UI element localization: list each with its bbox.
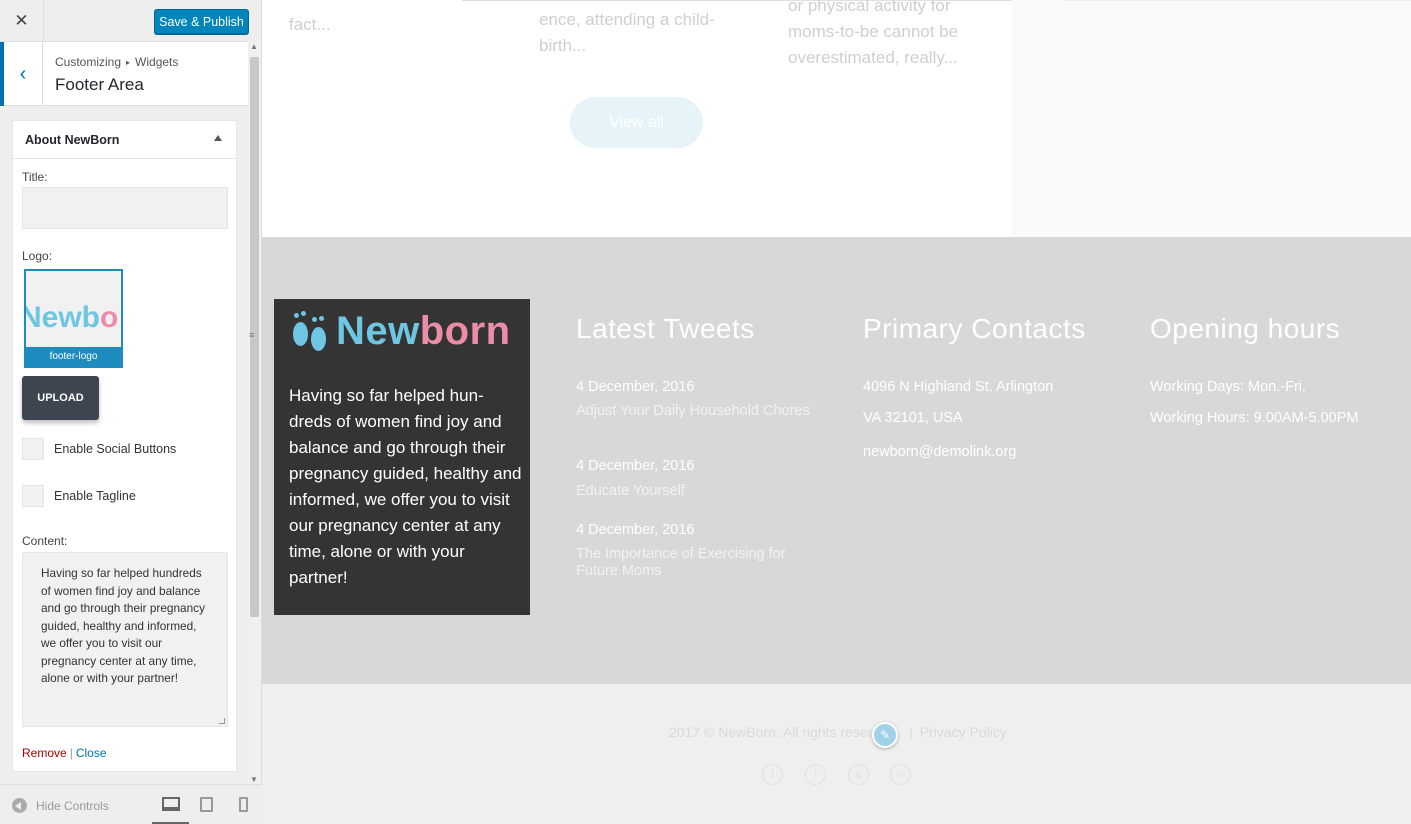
view-all-button[interactable]: View all	[570, 97, 703, 148]
logo-thumb-text-part1: Newb	[24, 301, 101, 334]
tweet-link[interactable]: Educate Yourself	[576, 483, 816, 500]
content-label: Content:	[22, 534, 68, 548]
widget-title: About NewBorn	[25, 132, 120, 147]
tweet-date: 4 December, 2016	[576, 522, 695, 538]
copyright-text: 2017 © NewBorn. All rights reser | Priva…	[669, 724, 1007, 740]
instagram-icon[interactable]: ◎	[890, 764, 911, 785]
logo-thumbnail[interactable]: Newbo footer-logo	[24, 269, 123, 368]
customizer-header: ✕ Save & Publish	[0, 0, 249, 42]
copyright-label: 2017 © NewBorn. All rights reser	[669, 724, 873, 740]
post-excerpt: or physical activity for moms-to-be cann…	[788, 0, 959, 67]
post-excerpt: ence, attending a child-birth...	[539, 10, 715, 55]
sidebar-scrollbar[interactable]: ▲ ▼	[248, 42, 261, 784]
site-footer: Newborn Having so far helped hun-dreds o…	[262, 237, 1411, 684]
logo-text-part1: New	[336, 309, 420, 353]
breadcrumb-separator: ▸	[126, 58, 131, 67]
footer-logo[interactable]: Newborn	[291, 309, 511, 354]
link-separator: |	[69, 746, 73, 760]
twitter-icon[interactable]: t	[805, 764, 826, 785]
divider	[1062, 0, 1411, 1]
contact-email-link[interactable]: newborn@demolink.org	[863, 444, 1016, 460]
breadcrumb-section: Widgets	[135, 55, 179, 69]
edit-shortcut-icon[interactable]: ✎	[872, 722, 898, 748]
logo-caption: footer-logo	[26, 347, 121, 366]
close-icon[interactable]: ✕	[0, 0, 44, 42]
site-preview: fact... ence, attending a child-birth...…	[262, 0, 1411, 824]
tagline-label: Enable Tagline	[54, 489, 136, 503]
tweets-heading: Latest Tweets	[576, 313, 755, 344]
scroll-up-icon[interactable]: ▲	[250, 42, 258, 51]
social-buttons-checkbox[interactable]	[22, 438, 44, 460]
save-publish-button[interactable]: Save & Publish	[154, 9, 249, 34]
section-nav: ‹ Customizing ▸ Widgets Footer Area	[0, 42, 248, 106]
breadcrumb-root: Customizing	[55, 55, 122, 69]
tagline-row: Enable Tagline	[22, 485, 136, 507]
widget-header[interactable]: About NewBorn	[13, 121, 236, 159]
collapse-arrow-icon[interactable]	[214, 135, 222, 141]
working-days: Working Days: Mon.-Fri.	[1150, 379, 1307, 395]
about-text: Having so far helped hun-dreds of women …	[289, 386, 522, 587]
social-buttons-label: Enable Social Buttons	[54, 442, 177, 456]
working-hours: Working Hours: 9.00AM-5.00PM	[1150, 410, 1359, 426]
remove-link[interactable]: Remove	[22, 746, 67, 760]
resize-handle-icon[interactable]: ≡	[249, 330, 254, 340]
privacy-policy-link[interactable]: Privacy Policy	[920, 724, 1007, 740]
copyright-separator: |	[909, 724, 913, 740]
upload-button[interactable]: UPLOAD	[22, 376, 99, 420]
mobile-preview-icon[interactable]	[239, 797, 248, 812]
back-arrow-icon[interactable]: ‹	[0, 42, 43, 106]
social-buttons-row: Enable Social Buttons	[22, 438, 176, 460]
hide-controls-button[interactable]: Hide Controls	[12, 798, 109, 813]
tablet-preview-icon[interactable]	[200, 797, 213, 812]
facebook-icon[interactable]: f	[762, 764, 783, 785]
blog-section: fact... ence, attending a child-birth...…	[262, 0, 1411, 237]
collapse-icon	[12, 798, 27, 813]
content-text: Having so far helped hundreds of women f…	[41, 566, 205, 685]
tweet-link[interactable]: The Importance of Exercising for Future …	[576, 546, 816, 580]
title-label: Title:	[22, 170, 48, 184]
section-title: Footer Area	[55, 75, 144, 94]
hours-heading: Opening hours	[1150, 313, 1341, 344]
contact-address-line1: 4096 N Highland St, Arlington	[863, 379, 1054, 395]
scroll-down-icon[interactable]: ▼	[250, 775, 258, 784]
hide-controls-label: Hide Controls	[36, 798, 109, 813]
about-widget: Newborn Having so far helped hun-dreds o…	[274, 299, 530, 615]
logo-label: Logo:	[22, 249, 53, 263]
side-area	[1012, 0, 1411, 237]
logo-text: Newborn	[336, 309, 511, 354]
widget-actions: Remove | Close	[22, 746, 107, 760]
contact-address-line2: VA 32101, USA	[863, 410, 963, 426]
close-link[interactable]: Close	[76, 746, 107, 760]
customizer-sidebar: ✕ Save & Publish ‹ Customizing ▸ Widgets F…	[0, 0, 262, 824]
logo-thumb-text-part2: o	[100, 301, 119, 334]
customizer-footer: Hide Controls	[0, 784, 262, 824]
widget-panel: About NewBorn Title: Logo: Newbo footer-…	[12, 120, 237, 772]
logo-thumbnail-image: Newbo	[24, 301, 119, 335]
tweet-date: 4 December, 2016	[576, 379, 695, 395]
tweet-date: 4 December, 2016	[576, 458, 695, 474]
resize-grip-icon[interactable]	[219, 718, 225, 724]
copyright-bar: 2017 © NewBorn. All rights reser | Priva…	[262, 684, 1411, 824]
logo-text-part2: born	[419, 309, 511, 353]
google-plus-icon[interactable]: g	[848, 764, 869, 785]
desktop-preview-icon[interactable]	[162, 797, 180, 811]
post-excerpt: fact...	[289, 15, 331, 34]
tweet-link[interactable]: Adjust Your Daily Household Chores	[576, 403, 816, 420]
title-input[interactable]	[22, 187, 228, 229]
baby-feet-icon	[291, 310, 331, 354]
contacts-heading: Primary Contacts	[863, 313, 1086, 344]
breadcrumb: Customizing ▸ Widgets	[55, 55, 178, 69]
tagline-checkbox[interactable]	[22, 485, 44, 507]
content-textarea[interactable]: Having so far helped hundreds of women f…	[22, 552, 228, 727]
